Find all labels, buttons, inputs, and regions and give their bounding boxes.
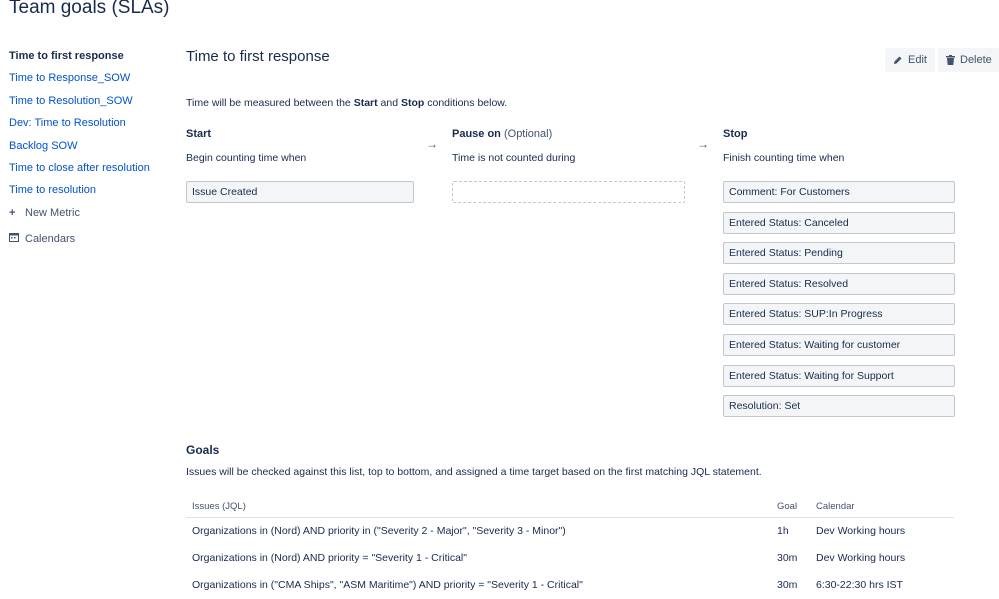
stop-subtitle: Finish counting time when — [723, 152, 845, 164]
goal-column-header: Goal — [777, 501, 798, 512]
page-title: Team goals (SLAs) — [9, 0, 170, 18]
stop-condition[interactable]: Resolution: Set — [723, 395, 955, 417]
delete-button[interactable]: Delete — [938, 48, 999, 72]
issues-header-label: Issues — [192, 501, 220, 512]
start-heading: Start — [186, 128, 212, 140]
sidebar-item-time-to-response-sow[interactable]: Time to Response_SOW — [9, 72, 169, 94]
goals-description: Issues will be checked against this list… — [186, 466, 762, 478]
start-condition[interactable]: Issue Created — [186, 181, 414, 203]
issues-cell: Organizations in (Nord) AND priority in … — [192, 525, 566, 537]
stop-condition[interactable]: Entered Status: Canceled — [723, 212, 955, 234]
goal-cell: 30m — [777, 552, 798, 564]
calendar-column-header: Calendar — [816, 501, 855, 512]
pause-optional: (Optional) — [503, 128, 553, 140]
pause-condition-dropzone[interactable] — [452, 181, 685, 203]
sidebar-item-time-to-first-response[interactable]: Time to first response — [9, 50, 169, 72]
description-start: Start — [353, 97, 378, 109]
arrow-icon: → — [697, 137, 709, 151]
table-row[interactable]: Organizations in (Nord) AND priority in … — [186, 518, 954, 545]
sidebar-item-time-to-resolution[interactable]: Time to resolution — [9, 184, 169, 206]
sidebar-item-dev-time-to-resolution[interactable]: Dev: Time to Resolution — [9, 117, 169, 139]
calendar-cell: Dev Working hours — [816, 552, 906, 564]
arrow-icon: → — [426, 137, 438, 151]
description-suffix: conditions below. — [424, 97, 508, 109]
calendars-link[interactable]: Calendars — [9, 232, 169, 257]
delete-label: Delete — [960, 54, 992, 66]
start-subtitle: Begin counting time when — [186, 152, 307, 164]
calendar-cell: Dev Working hours — [816, 525, 906, 537]
stop-condition[interactable]: Entered Status: Waiting for customer — [723, 334, 955, 356]
goal-cell: 1h — [777, 525, 789, 537]
metric-description: Time will be measured between the Start … — [186, 97, 507, 109]
table-row[interactable]: Organizations in (Nord) AND priority = "… — [186, 545, 954, 572]
new-metric-label: New Metric — [25, 206, 81, 219]
stop-condition[interactable]: Entered Status: Pending — [723, 242, 955, 264]
issues-cell: Organizations in ("CMA Ships", "ASM Mari… — [192, 579, 583, 591]
plus-icon: + — [9, 206, 16, 219]
trash-icon — [946, 55, 955, 65]
stop-condition[interactable]: Entered Status: Resolved — [723, 273, 955, 295]
sidebar-item-backlog-sow[interactable]: Backlog SOW — [9, 140, 169, 162]
calendar-cell: 6:30-22:30 hrs IST — [816, 579, 903, 591]
description-stop: Stop — [401, 97, 425, 109]
description-and: and — [377, 97, 401, 109]
stop-condition[interactable]: Comment: For Customers — [723, 181, 955, 203]
pause-heading: Pause on (Optional) — [452, 128, 552, 140]
metric-title: Time to first response — [186, 48, 330, 65]
table-row[interactable]: Organizations in ("CMA Ships", "ASM Mari… — [186, 572, 954, 599]
pause-title: Pause on — [452, 128, 501, 140]
stop-heading: Stop — [723, 128, 748, 140]
issues-column-header: Issues (JQL) — [192, 497, 246, 517]
goal-cell: 30m — [777, 579, 798, 591]
issues-cell: Organizations in (Nord) AND priority = "… — [192, 552, 467, 564]
pencil-icon — [894, 56, 902, 64]
stop-condition[interactable]: Entered Status: SUP:In Progress — [723, 303, 955, 325]
sidebar-item-time-to-resolution-sow[interactable]: Time to Resolution_SOW — [9, 95, 169, 117]
description-prefix: Time will be measured between the — [186, 97, 354, 109]
edit-button[interactable]: Edit — [885, 48, 935, 72]
new-metric-link[interactable]: + New Metric — [9, 207, 169, 232]
calendar-icon — [9, 232, 20, 246]
sidebar: Time to first response Time to Response_… — [9, 50, 169, 257]
sidebar-item-time-to-close-after-resolution[interactable]: Time to close after resolution — [9, 162, 169, 184]
goals-title: Goals — [186, 443, 220, 457]
stop-condition[interactable]: Entered Status: Waiting for Support — [723, 365, 955, 387]
edit-label: Edit — [908, 54, 927, 66]
pause-subtitle: Time is not counted during — [452, 152, 576, 164]
jql-header-label: (JQL) — [222, 501, 246, 512]
calendars-label: Calendars — [25, 232, 76, 245]
